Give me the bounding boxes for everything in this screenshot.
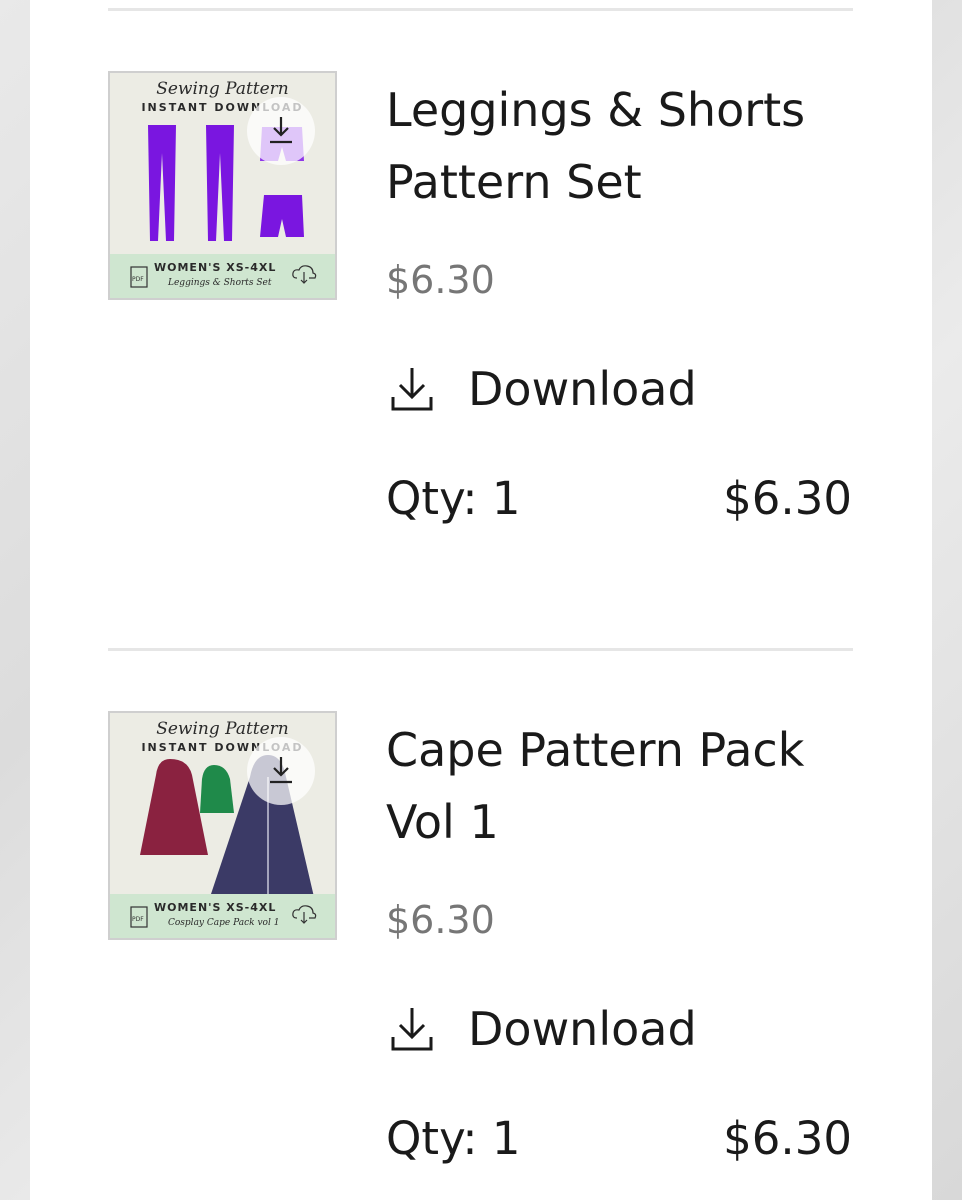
download-icon <box>270 757 292 784</box>
download-label: Download <box>468 1002 697 1056</box>
download-button[interactable]: Download <box>386 1002 697 1056</box>
quantity-label: Qty: 1 <box>386 472 521 525</box>
download-icon <box>391 368 433 411</box>
pdf-icon: PDF <box>130 266 148 288</box>
cloud-download-icon <box>292 265 317 284</box>
product-name[interactable]: Cape Pattern Pack Vol 1 <box>386 714 846 858</box>
thumbnail-sizes: WOMEN'S XS-4XL <box>154 261 277 274</box>
line-total: $6.30 <box>723 472 852 525</box>
product-price: $6.30 <box>386 258 495 302</box>
download-icon <box>391 1008 433 1051</box>
product-price: $6.30 <box>386 898 495 942</box>
thumbnail-download-overlay <box>247 737 315 805</box>
product-thumbnail[interactable]: Sewing Pattern INSTANT DOWNLOAD PDF WOME… <box>108 71 337 300</box>
svg-text:PDF: PDF <box>132 276 144 283</box>
pdf-icon: PDF <box>130 906 148 928</box>
order-item: Sewing Pattern INSTANT DOWNLOAD PDF WOME… <box>30 0 932 560</box>
order-items-card: Sewing Pattern INSTANT DOWNLOAD PDF WOME… <box>30 0 932 1200</box>
thumbnail-caption: Cosplay Cape Pack vol 1 <box>168 918 280 928</box>
cloud-download-icon <box>292 905 317 924</box>
thumbnail-download-overlay <box>247 97 315 165</box>
thumbnail-sizes: WOMEN'S XS-4XL <box>154 901 277 914</box>
download-label: Download <box>468 362 697 416</box>
product-name[interactable]: Leggings & Shorts Pattern Set <box>386 74 846 218</box>
download-button[interactable]: Download <box>386 362 697 416</box>
order-item: Sewing Pattern INSTANT DOWNLOAD PDF WOME… <box>30 640 932 1200</box>
product-thumbnail[interactable]: Sewing Pattern INSTANT DOWNLOAD PDF WOME… <box>108 711 337 940</box>
thumbnail-caption: Leggings & Shorts Set <box>168 278 272 288</box>
download-icon <box>270 117 292 144</box>
line-total: $6.30 <box>723 1112 852 1165</box>
svg-text:PDF: PDF <box>132 916 144 923</box>
quantity-label: Qty: 1 <box>386 1112 521 1165</box>
